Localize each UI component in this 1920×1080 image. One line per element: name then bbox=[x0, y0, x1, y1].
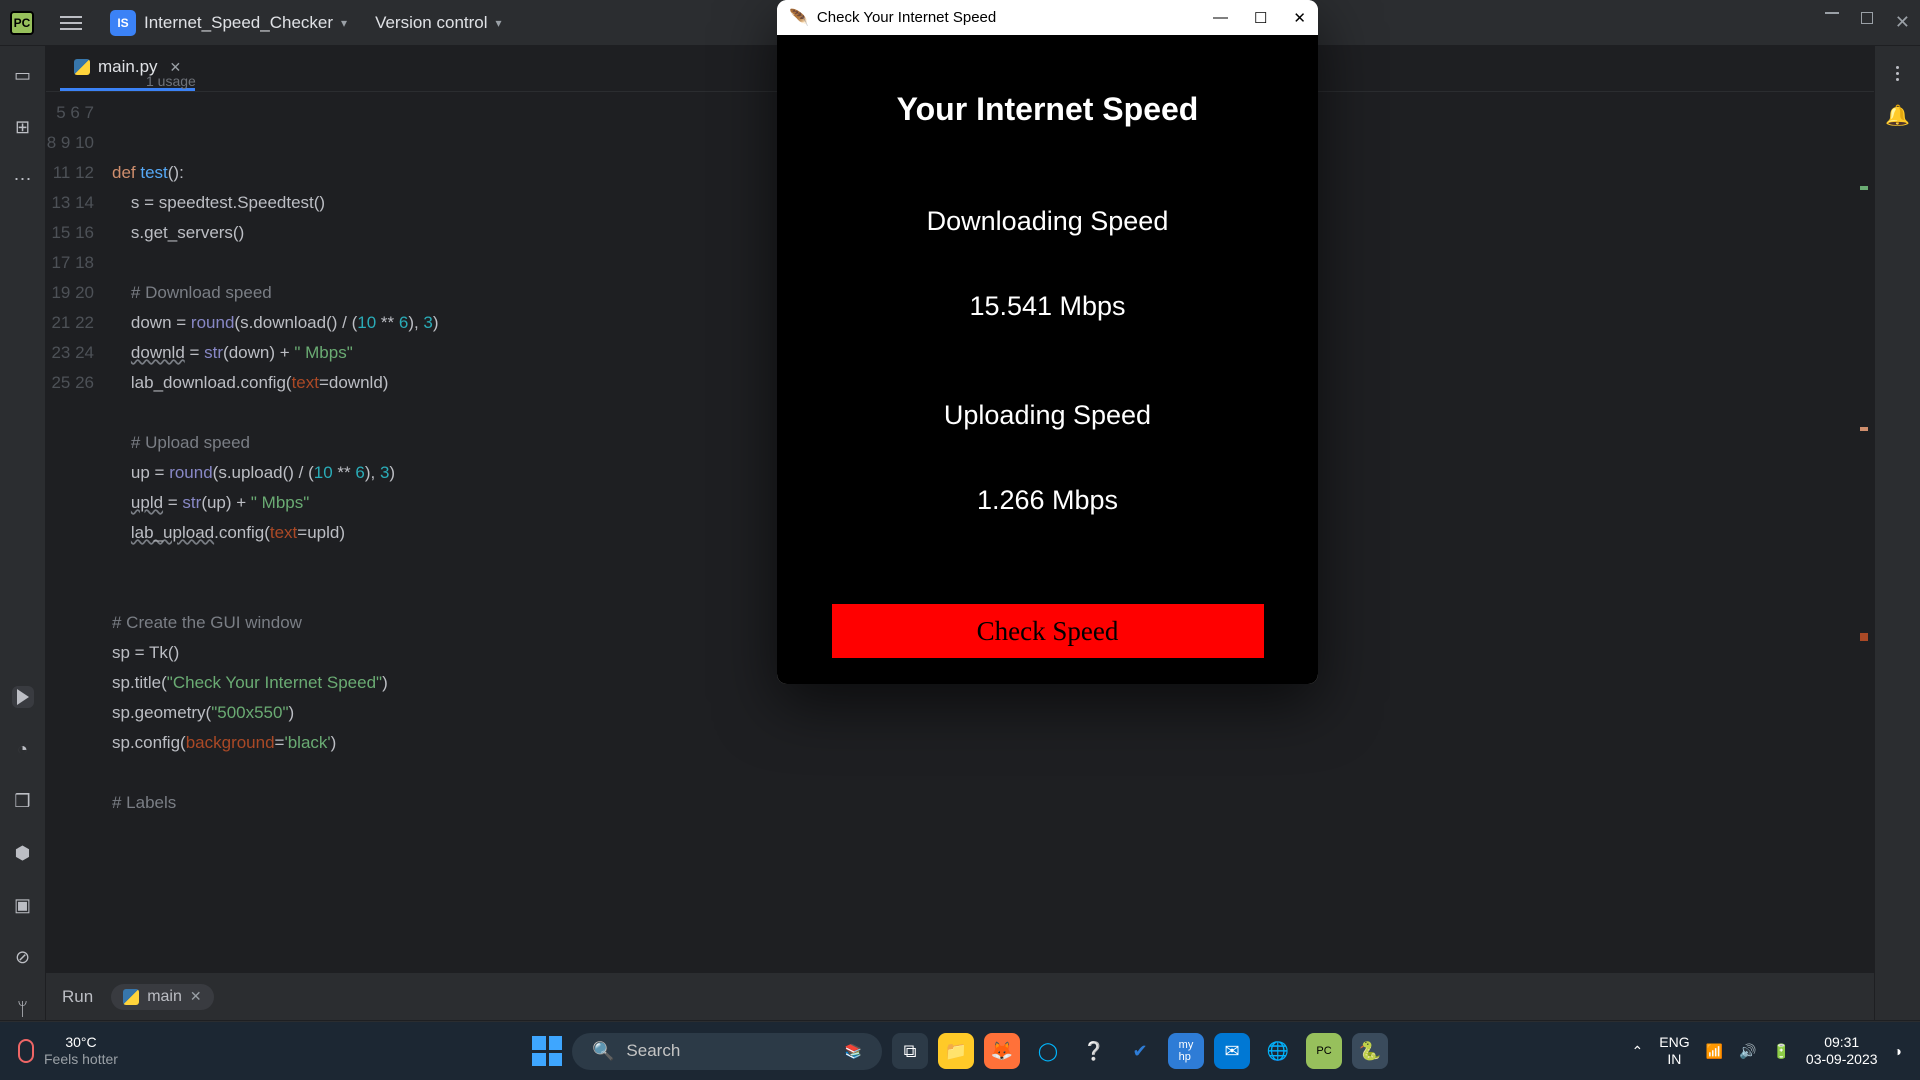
battery-icon[interactable]: 🔋 bbox=[1772, 1043, 1789, 1060]
tk-app-window: 🪶 Check Your Internet Speed — ☐ ✕ Your I… bbox=[777, 0, 1318, 684]
tk-minimize-icon[interactable]: — bbox=[1213, 9, 1228, 27]
tk-window-title: Check Your Internet Speed bbox=[817, 9, 996, 26]
folder-icon[interactable]: ▭ bbox=[12, 64, 34, 86]
weather-temp: 30°C bbox=[65, 1034, 96, 1051]
kebab-menu-icon[interactable] bbox=[1896, 66, 1899, 81]
left-tool-strip: ▭ ⊞ ⋯ ◔ ❒ ⬢ ▣ ⊘ ᛘ bbox=[0, 46, 46, 1020]
todo-icon[interactable]: ✔ bbox=[1122, 1033, 1158, 1069]
problems-icon[interactable]: ⊘ bbox=[12, 946, 34, 968]
ide-maximize-icon[interactable] bbox=[1861, 12, 1873, 24]
check-speed-button[interactable]: Check Speed bbox=[832, 604, 1264, 658]
search-art-icon: 📚 bbox=[845, 1043, 862, 1060]
notification-center-icon[interactable]: ◑ bbox=[1894, 1043, 1902, 1059]
run-tool-window-header: Run main ✕ bbox=[46, 972, 1874, 1020]
python-console-icon[interactable]: ◔ bbox=[12, 738, 34, 760]
tk-body: Your Internet Speed Downloading Speed 15… bbox=[777, 35, 1318, 684]
services-icon[interactable]: ⬢ bbox=[12, 842, 34, 864]
ide-close-icon[interactable]: ✕ bbox=[1895, 12, 1910, 33]
windows-taskbar: 30°C Feels hotter 🔍 Search 📚 ⧉ 📁 🦊 ◯ ❔ ✔… bbox=[0, 1022, 1920, 1080]
explorer-icon[interactable]: 📁 bbox=[938, 1033, 974, 1069]
tk-upload-value: 1.266 Mbps bbox=[977, 485, 1118, 516]
taskbar-search[interactable]: 🔍 Search 📚 bbox=[572, 1033, 882, 1070]
play-icon bbox=[17, 689, 29, 705]
language-indicator[interactable]: ENG IN bbox=[1659, 1034, 1689, 1068]
run-config-tab[interactable]: main ✕ bbox=[111, 984, 213, 1010]
usage-hint[interactable]: 1 usage bbox=[146, 66, 196, 96]
tk-header: Your Internet Speed bbox=[897, 91, 1199, 128]
help-icon[interactable]: ❔ bbox=[1076, 1033, 1112, 1069]
vcs-icon[interactable]: ᛘ bbox=[12, 998, 34, 1020]
search-icon: 🔍 bbox=[592, 1041, 614, 1062]
firefox-icon[interactable]: 🦊 bbox=[984, 1033, 1020, 1069]
weather-condition: Feels hotter bbox=[44, 1051, 118, 1068]
tk-download-label: Downloading Speed bbox=[927, 206, 1169, 237]
wifi-icon[interactable]: 📶 bbox=[1706, 1043, 1723, 1060]
packages-icon[interactable]: ❒ bbox=[12, 790, 34, 812]
tk-upload-label: Uploading Speed bbox=[944, 400, 1151, 431]
tk-maximize-icon[interactable]: ☐ bbox=[1254, 9, 1267, 27]
pycharm-taskbar-icon[interactable]: PC bbox=[1306, 1033, 1342, 1069]
python-file-icon bbox=[74, 59, 90, 75]
task-view-icon[interactable]: ⧉ bbox=[892, 1033, 928, 1069]
editor-minimap[interactable] bbox=[1850, 100, 1872, 960]
clock[interactable]: 09:31 03-09-2023 bbox=[1806, 1034, 1878, 1068]
hamburger-menu-icon[interactable] bbox=[60, 16, 82, 30]
start-button[interactable] bbox=[532, 1036, 562, 1066]
structure-icon[interactable]: ⊞ bbox=[12, 116, 34, 138]
right-tool-strip: 🔔 bbox=[1874, 46, 1920, 1020]
chevron-down-icon[interactable]: ▾ bbox=[341, 16, 347, 30]
terminal-icon[interactable]: ▣ bbox=[12, 894, 34, 916]
thermometer-icon bbox=[18, 1039, 34, 1063]
project-badge[interactable]: IS bbox=[110, 10, 136, 36]
run-panel-title[interactable]: Run bbox=[62, 987, 93, 1007]
php-icon[interactable]: myhp bbox=[1168, 1033, 1204, 1069]
volume-icon[interactable]: 🔊 bbox=[1739, 1043, 1756, 1060]
chrome-icon[interactable]: 🌐 bbox=[1260, 1033, 1296, 1069]
mail-icon[interactable]: ✉ bbox=[1214, 1033, 1250, 1069]
project-name[interactable]: Internet_Speed_Checker bbox=[144, 13, 333, 33]
search-placeholder: Search bbox=[626, 1041, 680, 1061]
cortana-icon[interactable]: ◯ bbox=[1030, 1033, 1066, 1069]
tk-close-icon[interactable]: ✕ bbox=[1293, 9, 1306, 27]
more-horiz-icon[interactable]: ⋯ bbox=[12, 168, 34, 190]
tk-feather-icon: 🪶 bbox=[789, 8, 809, 28]
notifications-icon[interactable]: 🔔 bbox=[1885, 103, 1910, 128]
tray-chevron-icon[interactable]: ⌃ bbox=[1632, 1043, 1644, 1060]
close-icon[interactable]: ✕ bbox=[190, 988, 202, 1005]
tk-title-bar[interactable]: 🪶 Check Your Internet Speed — ☐ ✕ bbox=[777, 0, 1318, 35]
version-control-menu[interactable]: Version control bbox=[375, 13, 487, 33]
tk-download-value: 15.541 Mbps bbox=[969, 291, 1125, 322]
run-tab-label: main bbox=[147, 988, 182, 1006]
chevron-down-icon[interactable]: ▾ bbox=[496, 16, 502, 30]
python-file-icon bbox=[123, 989, 139, 1005]
weather-widget[interactable]: 30°C Feels hotter bbox=[18, 1034, 118, 1068]
ide-minimize-icon[interactable] bbox=[1825, 12, 1839, 14]
python-taskbar-icon[interactable]: 🐍 bbox=[1352, 1033, 1388, 1069]
line-numbers: 5 6 7 8 9 10 11 12 13 14 15 16 17 18 19 … bbox=[46, 92, 112, 972]
pycharm-icon: PC bbox=[10, 11, 34, 35]
run-button[interactable] bbox=[12, 686, 34, 708]
